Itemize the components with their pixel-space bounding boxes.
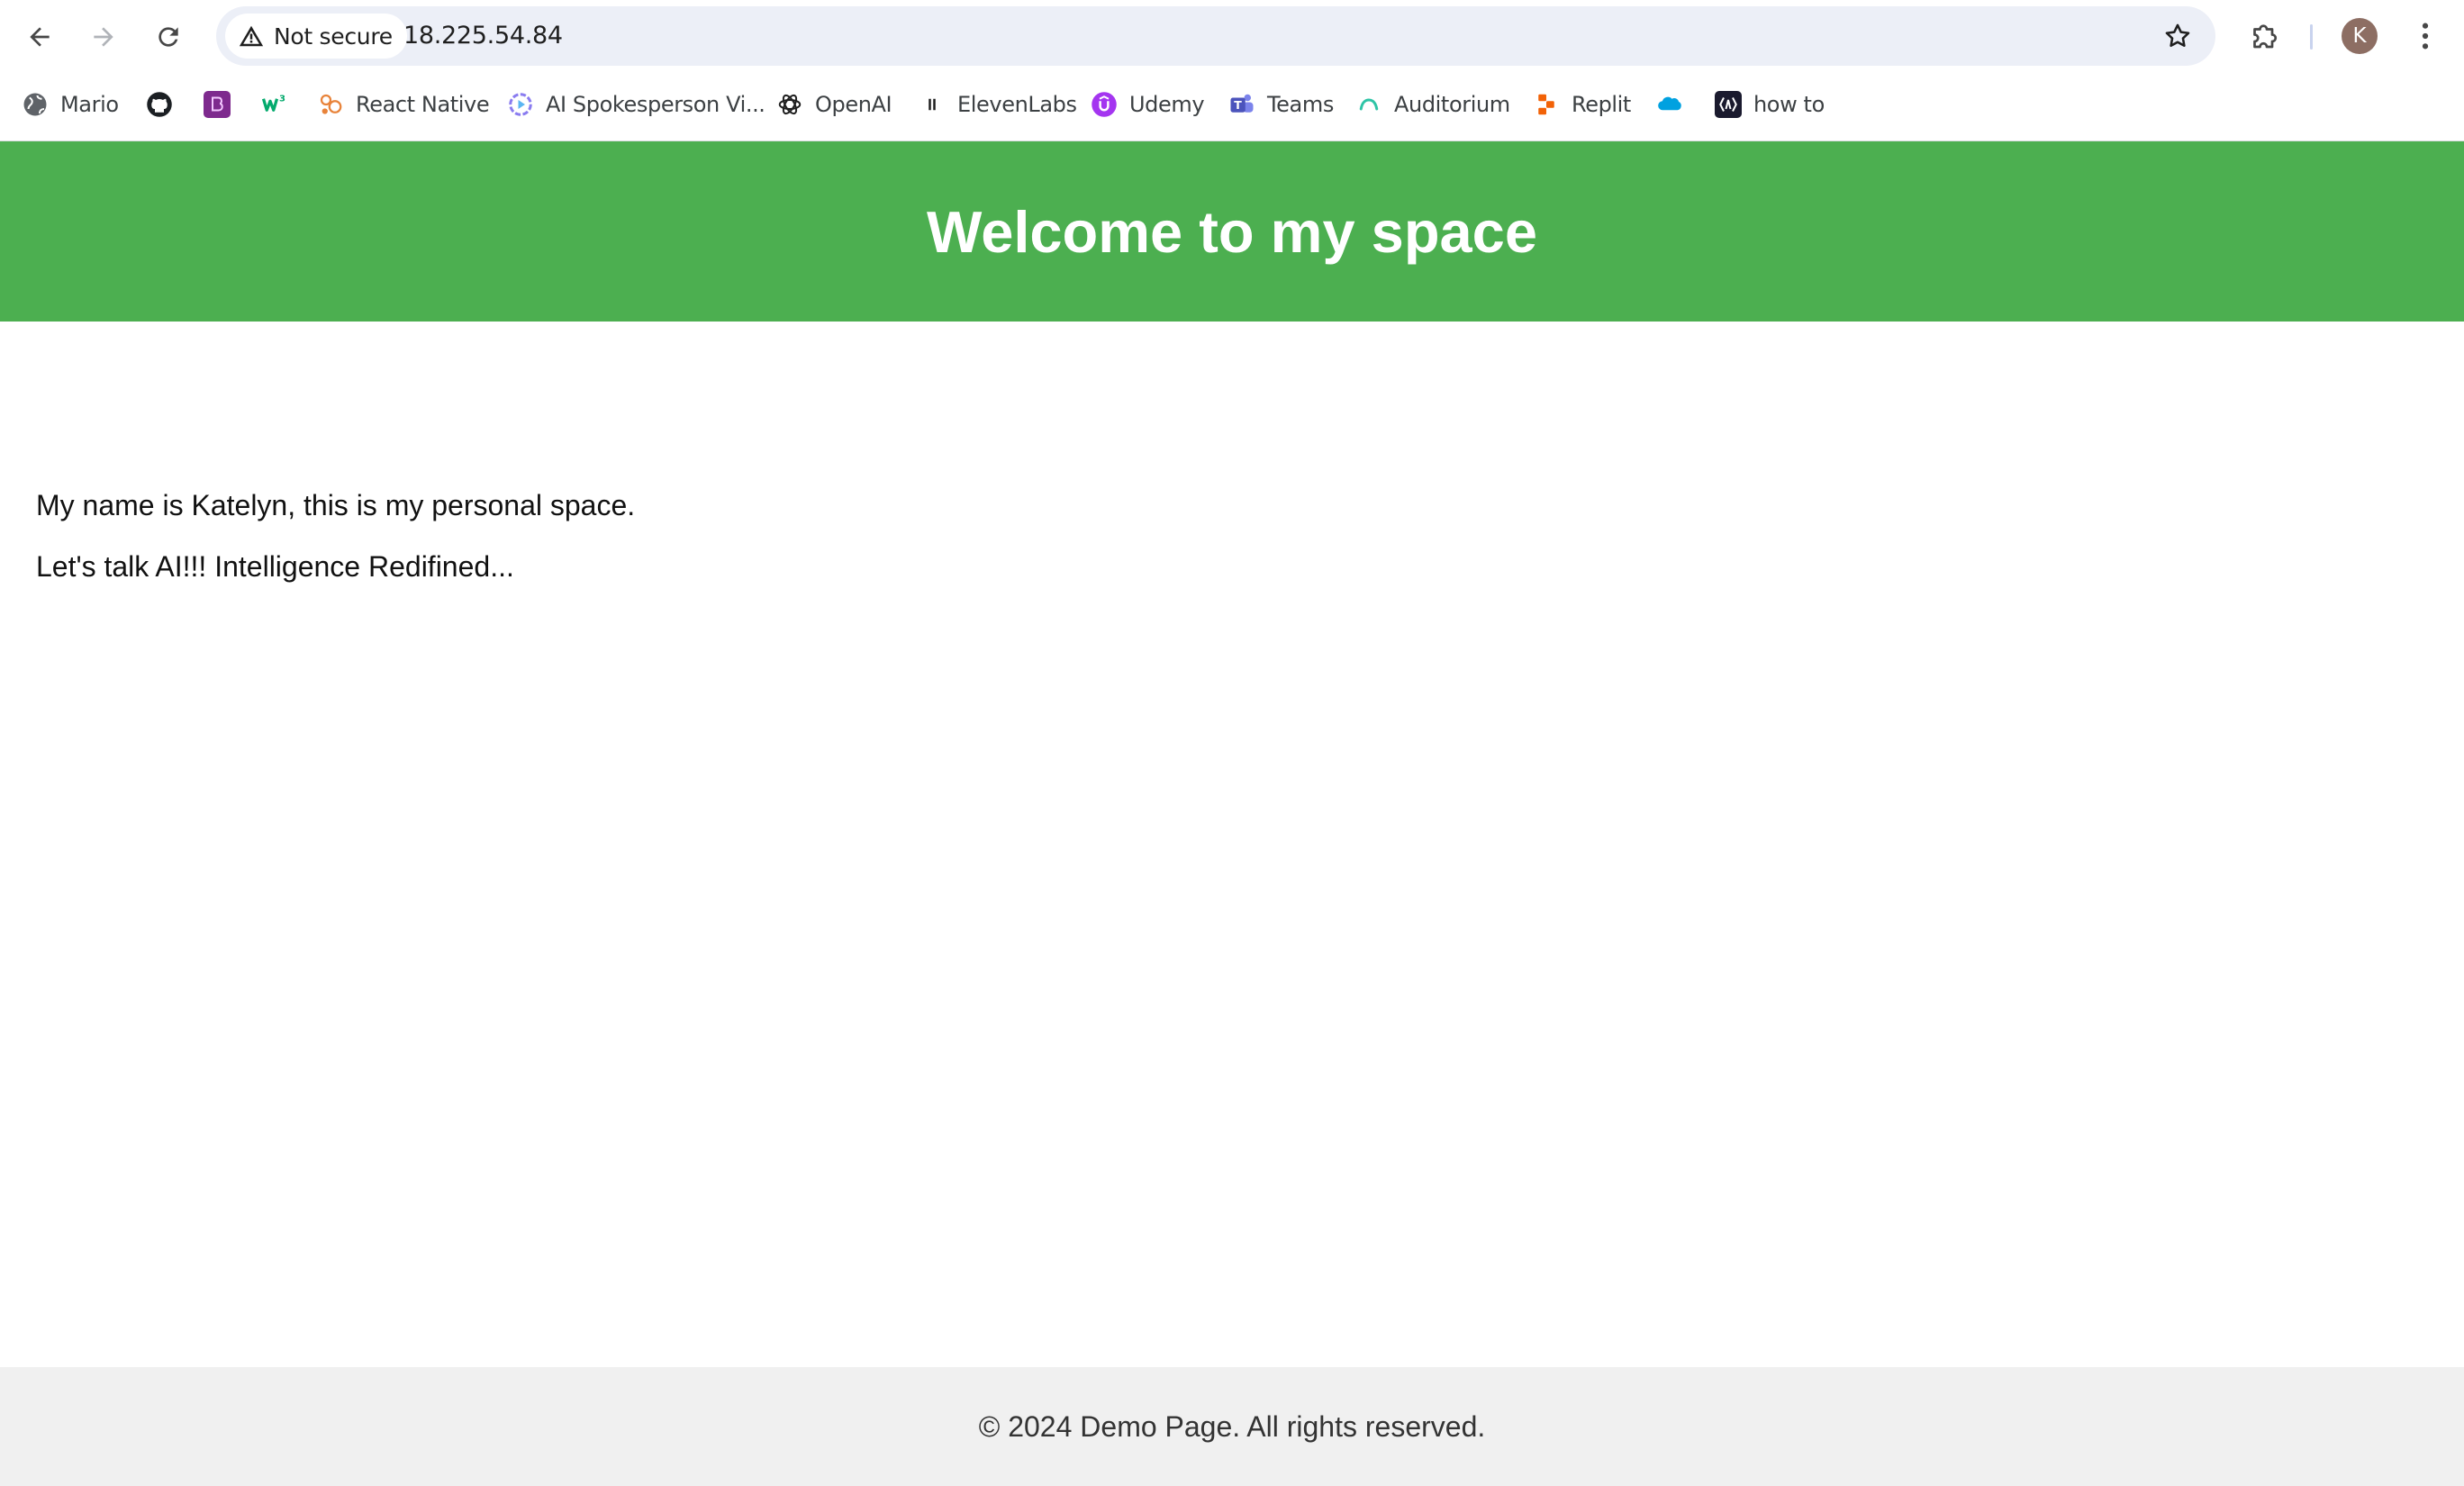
forward-button[interactable]	[77, 11, 130, 63]
star-icon	[2165, 23, 2190, 48]
openai-icon	[776, 91, 803, 118]
bookmark-w3schools[interactable]: 3	[261, 85, 288, 124]
back-button[interactable]	[14, 11, 66, 63]
kebab-menu-icon	[2422, 23, 2429, 50]
reload-button[interactable]	[142, 11, 195, 63]
bookmark-label: Udemy	[1129, 92, 1205, 117]
reload-icon	[159, 27, 178, 47]
bookmark-mario[interactable]: Mario	[22, 85, 119, 124]
how-to-icon	[1715, 91, 1742, 118]
elevenlabs-icon	[919, 91, 946, 118]
bookmark-label: ElevenLabs	[957, 92, 1077, 117]
react-native-icon	[317, 91, 344, 118]
page-header: Welcome to my space	[0, 141, 2464, 322]
bookmark-auditorium[interactable]: Auditorium	[1355, 85, 1510, 124]
bookmark-label: Auditorium	[1394, 92, 1510, 117]
page-footer: © 2024 Demo Page. All rights reserved.	[0, 1367, 2464, 1486]
arrow-left-icon	[30, 27, 50, 47]
bookmark-elevenlabs[interactable]: ElevenLabs	[919, 85, 1077, 124]
browser-menu-button[interactable]	[2410, 16, 2441, 56]
puzzle-icon	[2253, 24, 2278, 49]
bookmark-bootstrap[interactable]	[204, 85, 231, 124]
bookmark-openai[interactable]: OpenAI	[776, 85, 892, 124]
ai-spokesperson-icon	[507, 91, 534, 118]
bookmark-teams[interactable]: T Teams	[1228, 85, 1334, 124]
w3schools-icon: 3	[261, 91, 288, 118]
bookmark-github[interactable]	[146, 85, 173, 124]
salesforce-icon	[1656, 91, 1683, 118]
svg-text:T: T	[1234, 98, 1242, 112]
page-title: Welcome to my space	[927, 198, 1537, 265]
bookmark-ai-spokesperson[interactable]: AI Spokesperson Vi...	[507, 85, 765, 124]
globe-icon	[22, 91, 49, 118]
udemy-icon	[1091, 91, 1118, 118]
bookmark-label: Teams	[1267, 92, 1334, 117]
bookmark-label: OpenAI	[815, 92, 892, 117]
teams-icon: T	[1228, 91, 1255, 118]
bookmark-label: AI Spokesperson Vi...	[546, 92, 765, 117]
footer-text: © 2024 Demo Page. All rights reserved.	[978, 1409, 1486, 1443]
browser-toolbar: Not secure 18.225.54.84 K	[0, 0, 2464, 72]
bookmark-react-native[interactable]: React Native	[317, 85, 490, 124]
svg-text:3: 3	[279, 94, 285, 104]
bookmark-star-button[interactable]	[2160, 18, 2196, 54]
bookmarks-bar: Mario 3 React Native AI Spokesperson Vi.…	[0, 72, 2464, 141]
bookmark-salesforce[interactable]	[1656, 85, 1683, 124]
url-text[interactable]: 18.225.54.84	[403, 6, 563, 66]
arrow-right-icon	[94, 27, 113, 47]
bookmark-label: React Native	[356, 92, 490, 117]
bookmark-replit[interactable]: Replit	[1533, 85, 1631, 124]
warning-triangle-icon	[239, 25, 264, 47]
github-icon	[146, 91, 173, 118]
extensions-button[interactable]	[2243, 15, 2285, 57]
security-label: Not secure	[274, 23, 393, 50]
address-bar[interactable]: Not secure 18.225.54.84	[216, 6, 2215, 66]
auditorium-icon	[1355, 91, 1382, 118]
bootstrap-icon	[204, 91, 231, 118]
profile-avatar[interactable]: K	[2342, 18, 2378, 54]
toolbar-divider	[2310, 24, 2313, 50]
bookmark-label: how to	[1753, 92, 1825, 117]
intro-text: My name is Katelyn, this is my personal …	[36, 489, 636, 521]
bookmark-udemy[interactable]: Udemy	[1091, 85, 1205, 124]
tagline-text: Let's talk AI!!! Intelligence Redifined.…	[36, 550, 514, 583]
bookmark-how-to[interactable]: how to	[1715, 85, 1825, 124]
security-chip[interactable]: Not secure	[225, 14, 407, 59]
bookmark-label: Replit	[1572, 92, 1631, 117]
replit-icon	[1533, 91, 1560, 118]
bookmark-label: Mario	[60, 92, 119, 117]
